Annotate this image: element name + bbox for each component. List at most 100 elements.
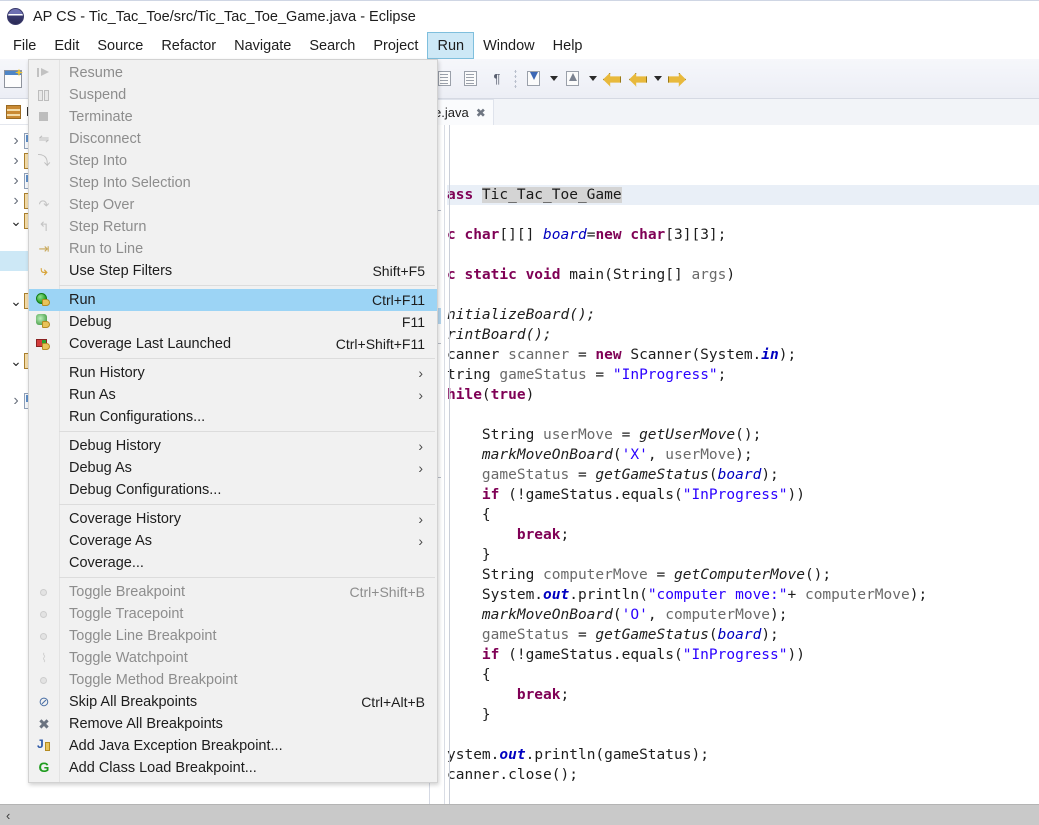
chevron-right-icon[interactable]	[8, 193, 24, 209]
menu-item-shortcut: Ctrl+Shift+F11	[335, 336, 425, 352]
suspend-icon	[29, 84, 59, 106]
code-token: board	[717, 467, 762, 483]
menu-item-debug-configurations[interactable]: Debug Configurations...	[29, 479, 437, 501]
run-menu-dropdown[interactable]: Resume Suspend Terminate ⇋ Disconnect ⤵ Step I…	[28, 59, 438, 783]
menu-separator	[29, 428, 437, 435]
menu-item-skip-all-breakpoints[interactable]: ⊘ Skip All Breakpoints Ctrl+Alt+B	[29, 691, 437, 713]
code-token: ,	[647, 607, 666, 623]
menu-item-coverage-history[interactable]: Coverage History ›	[29, 508, 437, 530]
menubar-item-window[interactable]: Window	[474, 32, 544, 59]
menu-item-label: Use Step Filters	[69, 263, 173, 279]
editor-body: ass Tic_Tac_Toe_Game c char[][] board=ne…	[430, 125, 1039, 804]
chevron-down-icon[interactable]	[8, 293, 24, 309]
menu-item-run-to-line[interactable]: ⇥ Run to Line	[29, 238, 437, 260]
menubar-item-navigate[interactable]: Navigate	[225, 32, 300, 59]
step-filters-icon: ⤷	[29, 260, 59, 282]
toolbar-button-new-wizard[interactable]	[0, 66, 26, 92]
menu-item-step-into-selection[interactable]: Step Into Selection	[29, 172, 437, 194]
source-code-text[interactable]: ass Tic_Tac_Toe_Game c char[][] board=ne…	[445, 125, 1039, 804]
menu-item-disconnect[interactable]: ⇋ Disconnect	[29, 128, 437, 150]
menu-item-debug-history[interactable]: Debug History ›	[29, 435, 437, 457]
remove-breakpoints-icon: ✖	[38, 716, 50, 732]
run-to-line-icon: ⇥	[38, 241, 50, 256]
menu-item-toggle-breakpoint[interactable]: Toggle Breakpoint Ctrl+Shift+B	[29, 581, 437, 603]
chevron-right-icon[interactable]	[8, 133, 24, 149]
menu-item-step-return[interactable]: ↰ Step Return	[29, 216, 437, 238]
menu-item-add-class-load-breakpoint[interactable]: G Add Class Load Breakpoint...	[29, 757, 437, 779]
close-icon[interactable]: ✖	[476, 106, 486, 120]
toggle-markers-icon	[436, 70, 454, 88]
chevron-left-icon[interactable]: ‹	[0, 808, 16, 823]
toolbar-button-pilcrow[interactable]: ¶	[484, 66, 510, 92]
toolbar-dropdown-arrow[interactable]	[586, 67, 599, 91]
terminate-icon	[29, 106, 59, 128]
menu-item-use-step-filters[interactable]: ⤷ Use Step Filters Shift+F5	[29, 260, 437, 282]
menu-item-debug-as[interactable]: Debug As ›	[29, 457, 437, 479]
back-icon	[603, 70, 621, 88]
menu-icon-placeholder	[29, 530, 59, 552]
submenu-chevron-icon: ›	[418, 365, 423, 381]
menu-item-run[interactable]: Run Ctrl+F11	[29, 289, 437, 311]
chevron-right-icon[interactable]	[8, 393, 24, 409]
toolbar-button-next-annotation[interactable]	[521, 66, 547, 92]
menu-item-coverage-last-launched[interactable]: Coverage Last Launched Ctrl+Shift+F11	[29, 333, 437, 355]
menu-item-label: Run Configurations...	[69, 409, 206, 425]
toolbar-button-show-whitespace[interactable]	[458, 66, 484, 92]
chevron-down-icon[interactable]	[8, 213, 24, 229]
menubar-item-file[interactable]: File	[4, 32, 45, 59]
menu-item-shortcut: Ctrl+Alt+B	[361, 694, 425, 710]
menu-item-suspend[interactable]: Suspend	[29, 84, 437, 106]
menubar-item-search[interactable]: Search	[300, 32, 364, 59]
code-token: gameStatus	[481, 467, 578, 483]
chevron-right-icon[interactable]	[8, 153, 24, 169]
menu-item-debug[interactable]: Debug F11	[29, 311, 437, 333]
menu-item-coverage-as[interactable]: Coverage As ›	[29, 530, 437, 552]
menu-item-resume[interactable]: Resume	[29, 62, 437, 84]
menu-item-step-into[interactable]: ⤵ Step Into	[29, 150, 437, 172]
code-token: )	[525, 387, 535, 403]
menu-item-label: Run History	[69, 365, 145, 381]
toolbar-button-next-edit[interactable]	[664, 66, 690, 92]
code-token: getGameStatus	[595, 627, 709, 643]
menu-item-add-java-exception-breakpoint[interactable]: Add Java Exception Breakpoint...	[29, 735, 437, 757]
toolbar-dropdown-arrow[interactable]	[651, 67, 664, 91]
chevron-right-icon[interactable]	[8, 173, 24, 189]
menu-item-toggle-method-breakpoint[interactable]: Toggle Method Breakpoint	[29, 669, 437, 691]
breakpoint-icon	[36, 628, 52, 644]
code-token: in	[761, 347, 779, 363]
menu-item-toggle-watchpoint[interactable]: ⌇ Toggle Watchpoint	[29, 647, 437, 669]
code-line: hile(true)	[447, 385, 1039, 405]
indent-guide	[449, 125, 450, 804]
menu-item-terminate[interactable]: Terminate	[29, 106, 437, 128]
toolbar-dropdown-arrow[interactable]	[547, 67, 560, 91]
chevron-down-icon[interactable]	[8, 353, 24, 369]
editor-tab-tic-tac-toe-game[interactable]: e.java ✖	[430, 99, 494, 125]
menubar-item-run[interactable]: Run	[427, 32, 475, 59]
menu-item-step-over[interactable]: ↷ Step Over	[29, 194, 437, 216]
menu-item-run-history[interactable]: Run History ›	[29, 362, 437, 384]
menu-item-run-as[interactable]: Run As ›	[29, 384, 437, 406]
menubar-item-project[interactable]: Project	[364, 32, 427, 59]
code-editor: e.java ✖ ass Tic_Tac_Toe_Game c char[][]…	[430, 99, 1039, 804]
menu-item-coverage[interactable]: Coverage...	[29, 552, 437, 574]
menubar-item-help[interactable]: Help	[544, 32, 592, 59]
menubar-item-refactor[interactable]: Refactor	[152, 32, 225, 59]
new-wizard-icon	[4, 69, 22, 88]
menu-item-remove-all-breakpoints[interactable]: ✖ Remove All Breakpoints	[29, 713, 437, 735]
menubar-item-edit[interactable]: Edit	[45, 32, 88, 59]
menu-item-run-configurations[interactable]: Run Configurations...	[29, 406, 437, 428]
toolbar-button-forward[interactable]	[625, 66, 651, 92]
code-token: );	[909, 587, 928, 603]
menu-item-toggle-tracepoint[interactable]: Toggle Tracepoint	[29, 603, 437, 625]
menubar-item-source[interactable]: Source	[88, 32, 152, 59]
menu-item-toggle-line-breakpoint[interactable]: Toggle Line Breakpoint	[29, 625, 437, 647]
toolbar-button-back[interactable]	[599, 66, 625, 92]
toolbar-button-previous-annotation[interactable]	[560, 66, 586, 92]
menu-icon-placeholder	[29, 406, 59, 428]
menu-item-label: Toggle Watchpoint	[69, 650, 188, 666]
editor-tab-bar: e.java ✖	[430, 99, 1039, 125]
